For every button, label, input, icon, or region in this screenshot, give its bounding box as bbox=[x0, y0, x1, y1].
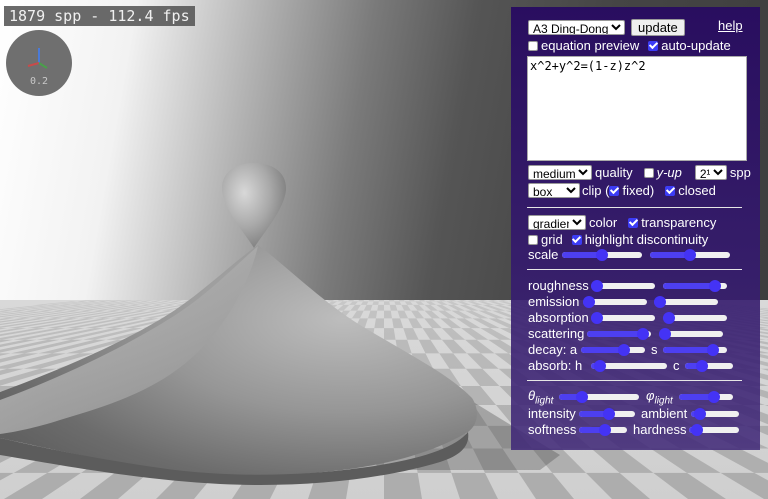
absorption-label: absorption bbox=[528, 310, 589, 325]
highlight-discontinuity-label: highlight discontinuity bbox=[584, 232, 709, 247]
transparency-label: transparency bbox=[641, 215, 717, 230]
emission-label: emission bbox=[528, 294, 580, 309]
divider bbox=[527, 380, 742, 381]
scattering-label: scattering bbox=[528, 326, 585, 341]
axes-gizmo[interactable]: 0.2 bbox=[6, 30, 72, 96]
phi-light-label: φlight bbox=[646, 388, 673, 407]
phi-light-slider[interactable] bbox=[679, 391, 733, 403]
highlight-discontinuity-checkbox[interactable] bbox=[571, 234, 582, 245]
intensity-label: intensity bbox=[528, 406, 576, 421]
clip-label: clip ( bbox=[582, 183, 610, 198]
roughness-label: roughness bbox=[528, 278, 589, 293]
ambient-label: ambient bbox=[641, 406, 688, 421]
roughness-slider-1[interactable] bbox=[591, 280, 655, 292]
closed-label: closed bbox=[678, 183, 716, 198]
color-row: gradient color transparency bbox=[528, 215, 716, 230]
theta-light-slider[interactable] bbox=[559, 391, 639, 403]
preset-select[interactable]: A3 Ding-Dong bbox=[528, 20, 625, 35]
decay-s-label: s bbox=[651, 342, 658, 357]
absorb-h-slider[interactable] bbox=[591, 360, 667, 372]
roughness-slider-2[interactable] bbox=[663, 280, 727, 292]
scattering-slider-1[interactable] bbox=[587, 328, 651, 340]
softness-label: softness bbox=[528, 422, 577, 437]
fps-readout: 1879 spp - 112.4 fps bbox=[4, 6, 195, 26]
hardness-slider[interactable] bbox=[689, 424, 739, 436]
preset-row: A3 Ding-Dong update bbox=[528, 19, 685, 36]
grid-checkbox[interactable] bbox=[528, 234, 538, 245]
scattering-slider-2[interactable] bbox=[659, 328, 723, 340]
scale-label: scale bbox=[528, 247, 559, 262]
clip-row: box clip ( fixed) closed bbox=[528, 183, 716, 198]
help-link[interactable]: help bbox=[718, 18, 743, 33]
absorption-slider-1[interactable] bbox=[591, 312, 655, 324]
absorb-h-label: absorb: h bbox=[528, 358, 583, 373]
absorb-c-slider[interactable] bbox=[685, 360, 733, 372]
absorption-slider-2[interactable] bbox=[663, 312, 727, 324]
y-up-checkbox[interactable] bbox=[643, 167, 654, 178]
update-button[interactable]: update bbox=[631, 19, 685, 36]
equation-preview-label: equation preview bbox=[541, 38, 640, 53]
theta-light-label: θlight bbox=[528, 388, 554, 407]
grid-row: grid highlight discontinuity bbox=[528, 232, 708, 247]
spp-select[interactable]: 2¹⁴ bbox=[694, 165, 727, 180]
absorb-c-label: c bbox=[673, 358, 680, 373]
hardness-label: hardness bbox=[633, 422, 687, 437]
gizmo-scale-label: 0.2 bbox=[29, 76, 49, 87]
preview-row: equation preview auto-update bbox=[528, 38, 731, 53]
ambient-slider[interactable] bbox=[691, 408, 739, 420]
quality-label: quality bbox=[595, 165, 633, 180]
clip-fixed-checkbox[interactable] bbox=[609, 185, 620, 196]
quality-row: medium quality y-up 2¹⁴ spp bbox=[528, 165, 751, 180]
color-label: color bbox=[589, 215, 618, 230]
scale-slider-1[interactable] bbox=[562, 249, 642, 261]
intensity-slider[interactable] bbox=[579, 408, 635, 420]
transparency-checkbox[interactable] bbox=[628, 217, 639, 228]
decay-a-label: decay: a bbox=[528, 342, 578, 357]
color-mode-select[interactable]: gradient bbox=[528, 215, 586, 230]
equation-preview-checkbox[interactable] bbox=[528, 40, 538, 51]
clip-select[interactable]: box bbox=[528, 183, 580, 198]
auto-update-checkbox[interactable] bbox=[648, 40, 659, 51]
auto-update-label: auto-update bbox=[661, 38, 731, 53]
control-panel: A3 Ding-Dong update help equation previe… bbox=[511, 7, 760, 450]
quality-select[interactable]: medium bbox=[528, 165, 592, 180]
decay-s-slider[interactable] bbox=[663, 344, 727, 356]
softness-slider[interactable] bbox=[579, 424, 627, 436]
grid-label: grid bbox=[541, 232, 563, 247]
scale-slider-2[interactable] bbox=[650, 249, 730, 261]
divider bbox=[527, 207, 742, 208]
clip-fixed-label: fixed) bbox=[622, 183, 655, 198]
closed-checkbox[interactable] bbox=[665, 185, 676, 196]
y-up-label: y-up bbox=[656, 165, 682, 180]
spp-label: spp bbox=[729, 165, 751, 180]
divider bbox=[527, 269, 742, 270]
equation-input[interactable] bbox=[527, 56, 747, 161]
emission-slider-1[interactable] bbox=[583, 296, 647, 308]
decay-a-slider[interactable] bbox=[581, 344, 645, 356]
emission-slider-2[interactable] bbox=[654, 296, 718, 308]
